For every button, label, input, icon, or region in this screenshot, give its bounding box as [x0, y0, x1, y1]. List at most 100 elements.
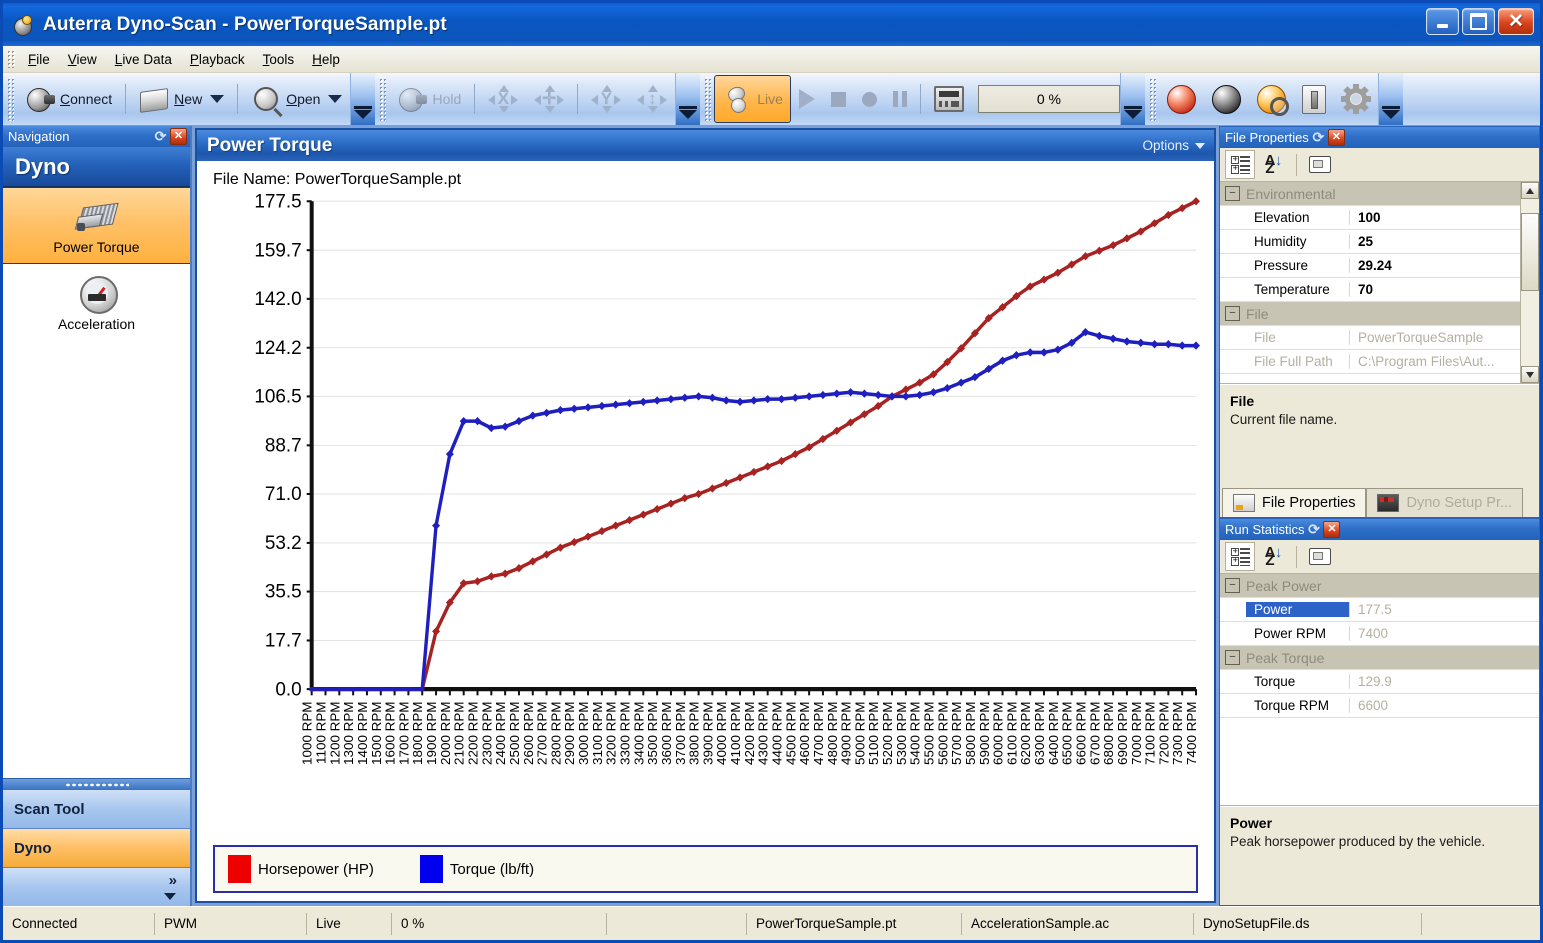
- property-category-row[interactable]: − File: [1220, 302, 1520, 326]
- rs-alphabetical-sort-button[interactable]: A Z ↓: [1258, 542, 1288, 571]
- toolbar-grip-view[interactable]: [379, 77, 387, 121]
- run-statistics-grid[interactable]: − Peak Power Power 177.5 Power RPM 7400− Peak …: [1220, 574, 1539, 805]
- property-category-row[interactable]: − Environmental: [1220, 182, 1520, 206]
- collapse-toggle-icon[interactable]: −: [1225, 650, 1240, 665]
- property-pages-button[interactable]: [1305, 150, 1335, 179]
- tab-file-properties[interactable]: File Properties: [1222, 488, 1367, 517]
- menu-live-data[interactable]: Live Data: [106, 49, 181, 70]
- scroll-track[interactable]: [1521, 199, 1539, 366]
- property-row[interactable]: File PowerTorqueSample: [1220, 326, 1520, 350]
- property-value[interactable]: 70: [1350, 282, 1520, 297]
- categorized-view-button[interactable]: [1225, 150, 1255, 179]
- info-button[interactable]: [1294, 75, 1334, 123]
- rs-categorized-view-button[interactable]: [1225, 542, 1255, 571]
- record-button[interactable]: [854, 75, 885, 123]
- property-value[interactable]: 177.5: [1350, 602, 1539, 617]
- new-dropdown-caret-icon[interactable]: [210, 95, 225, 103]
- auto-hide-pin-icon[interactable]: ⟳: [153, 128, 168, 144]
- connect-button[interactable]: Connect: [17, 75, 120, 123]
- scroll-down-button[interactable]: [1521, 366, 1539, 383]
- menu-tools[interactable]: Tools: [254, 49, 304, 70]
- property-row[interactable]: File Full Path C:\Program Files\Aut...: [1220, 350, 1520, 374]
- menu-help[interactable]: Help: [303, 49, 349, 70]
- property-value[interactable]: 7400: [1350, 626, 1539, 641]
- property-row[interactable]: Temperature 70: [1220, 278, 1520, 302]
- options-menu-label[interactable]: Options: [1142, 138, 1189, 153]
- property-row[interactable]: Humidity 25: [1220, 230, 1520, 254]
- open-dropdown-caret-icon[interactable]: [328, 95, 343, 103]
- diagnostics-button[interactable]: [1159, 75, 1204, 123]
- play-button[interactable]: [791, 75, 823, 123]
- toolbar-grip-file[interactable]: [7, 77, 14, 121]
- chart-data-point: [584, 403, 593, 412]
- toolbar-grip-tools[interactable]: [1148, 77, 1156, 121]
- nav-overflow-down-icon[interactable]: [164, 893, 176, 900]
- toolbar-overflow-view[interactable]: [675, 73, 701, 125]
- close-button[interactable]: ✕: [1498, 8, 1534, 35]
- file-properties-grid[interactable]: − Environmental Elevation 100 Humidity 25 Pres…: [1220, 182, 1520, 383]
- collapse-toggle-icon[interactable]: −: [1225, 306, 1240, 321]
- options-chevron-down-icon[interactable]: [1195, 142, 1205, 149]
- settings-button[interactable]: [1334, 75, 1378, 123]
- zoom-x-button[interactable]: X: [480, 75, 526, 123]
- menu-playback[interactable]: Playback: [181, 49, 254, 70]
- nav-button-scan-tool[interactable]: Scan Tool: [3, 790, 190, 829]
- navigation-close-icon[interactable]: ✕: [170, 128, 187, 145]
- zoom-y-button[interactable]: Y: [583, 75, 629, 123]
- property-category-row[interactable]: − Peak Torque: [1220, 646, 1539, 670]
- run-statistics-close-icon[interactable]: ✕: [1323, 521, 1341, 538]
- meter-button[interactable]: [926, 75, 972, 123]
- menu-gripper[interactable]: [7, 50, 15, 68]
- codes-button[interactable]: [1204, 75, 1249, 123]
- file-properties-toolbar: AZ↓: [1220, 148, 1539, 182]
- nav-overflow[interactable]: »: [3, 868, 190, 906]
- sidebar-item-acceleration[interactable]: Acceleration: [3, 264, 190, 341]
- new-button[interactable]: New: [131, 75, 232, 123]
- property-row[interactable]: Pressure 29.24: [1220, 254, 1520, 278]
- property-row[interactable]: Power RPM 7400: [1220, 622, 1539, 646]
- property-value[interactable]: 25: [1350, 234, 1520, 249]
- toolbar-overflow-playback[interactable]: [1119, 73, 1145, 125]
- menu-view[interactable]: View: [59, 49, 106, 70]
- toolbar-overflow-tools[interactable]: [1377, 73, 1403, 125]
- maximize-button[interactable]: [1462, 8, 1495, 35]
- property-row[interactable]: Torque 129.9: [1220, 670, 1539, 694]
- navigation-splitter[interactable]: [3, 778, 190, 790]
- scroll-up-button[interactable]: [1521, 182, 1539, 199]
- minimize-button[interactable]: [1426, 8, 1459, 35]
- search-codes-button[interactable]: [1249, 75, 1294, 123]
- file-properties-scrollbar[interactable]: [1520, 182, 1539, 383]
- scroll-thumb[interactable]: [1521, 213, 1539, 291]
- property-value[interactable]: 29.24: [1350, 258, 1520, 273]
- property-value[interactable]: 100: [1350, 210, 1520, 225]
- property-value[interactable]: PowerTorqueSample: [1350, 330, 1520, 345]
- collapse-toggle-icon[interactable]: −: [1225, 578, 1240, 593]
- stop-button[interactable]: [823, 75, 854, 123]
- open-button[interactable]: Open: [243, 75, 350, 123]
- pause-button[interactable]: [885, 75, 915, 123]
- property-row[interactable]: Torque RPM 6600: [1220, 694, 1539, 718]
- pan-y-button[interactable]: ↕: [629, 75, 675, 123]
- property-row[interactable]: Power 177.5: [1220, 598, 1539, 622]
- file-properties-pin-icon[interactable]: ⟳: [1311, 129, 1326, 145]
- rs-property-pages-button[interactable]: [1305, 542, 1335, 571]
- power-torque-chart[interactable]: 0.0 17.7 35.5 53.2 71.0 88.7 106.5 124.2 142.0 15…: [207, 193, 1204, 839]
- pan-x-button[interactable]: ✛: [526, 75, 572, 123]
- toolbar-grip-playback[interactable]: [704, 77, 712, 121]
- file-properties-close-icon[interactable]: ✕: [1327, 129, 1345, 146]
- hold-button[interactable]: Hold: [389, 75, 469, 123]
- property-value[interactable]: C:\Program Files\Aut...: [1350, 354, 1520, 369]
- menu-file[interactable]: File: [19, 49, 59, 70]
- toolbar-overflow-file[interactable]: [350, 73, 376, 125]
- property-value[interactable]: 129.9: [1350, 674, 1539, 689]
- sidebar-item-power-torque[interactable]: Power Torque: [3, 187, 190, 264]
- property-category-row[interactable]: − Peak Power: [1220, 574, 1539, 598]
- property-value[interactable]: 6600: [1350, 698, 1539, 713]
- nav-button-dyno[interactable]: Dyno: [3, 829, 190, 868]
- tab-dyno-setup-properties[interactable]: Dyno Setup Pr...: [1366, 488, 1524, 517]
- alphabetical-sort-button[interactable]: A Z ↓: [1258, 150, 1288, 179]
- run-statistics-pin-icon[interactable]: ⟳: [1306, 521, 1321, 537]
- collapse-toggle-icon[interactable]: −: [1225, 186, 1240, 201]
- property-row[interactable]: Elevation 100: [1220, 206, 1520, 230]
- live-button[interactable]: Live: [714, 75, 791, 123]
